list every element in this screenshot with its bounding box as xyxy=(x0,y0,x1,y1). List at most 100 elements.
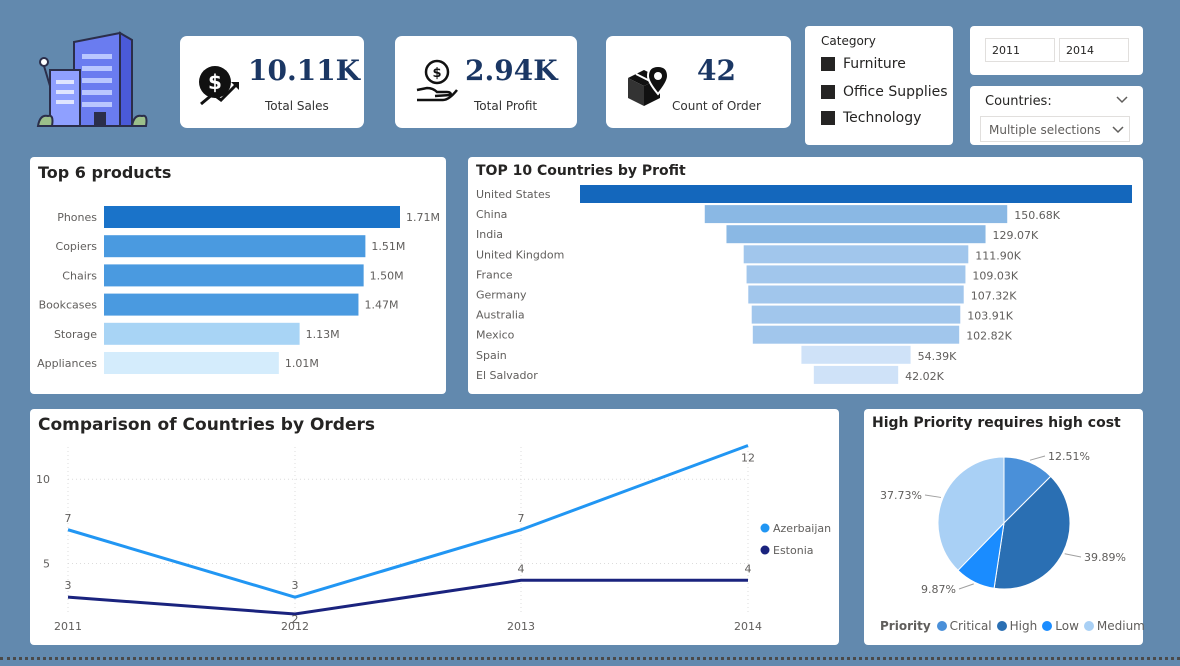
year-from-input[interactable]: 2011 xyxy=(985,38,1055,62)
funnel-bar xyxy=(704,205,1008,224)
line-series-azerbaijan xyxy=(67,444,749,599)
bar-chairs xyxy=(104,264,364,287)
delivery-box-icon xyxy=(628,64,670,106)
data-label: 7 xyxy=(65,512,72,525)
countries-dropdown[interactable]: Multiple selections xyxy=(980,116,1130,142)
bar-bookcases xyxy=(104,293,359,316)
sales-growth-icon: $ xyxy=(199,66,239,106)
pie-leader-line xyxy=(958,583,974,590)
legend-label: Medium xyxy=(1096,619,1145,633)
pie-value-label: 39.89% xyxy=(1084,551,1126,564)
data-label: 4 xyxy=(518,562,525,575)
category-item-label: Furniture xyxy=(843,56,906,72)
pie-value-label: 37.73% xyxy=(880,489,922,502)
legend-dot xyxy=(1083,621,1094,631)
checkbox-icon[interactable] xyxy=(821,111,835,125)
bar-value-label: 1.71M xyxy=(406,211,440,224)
legend-dot xyxy=(996,621,1007,631)
funnel-category-label: El Salvador xyxy=(476,369,538,382)
pie-legend: Priority Critical High Low Medium xyxy=(880,619,1150,633)
legend-label: Critical xyxy=(949,619,992,633)
kpi-label: Total Sales xyxy=(265,99,329,113)
data-label: 3 xyxy=(65,579,72,592)
legend-item-medium[interactable]: Medium xyxy=(1083,619,1145,633)
funnel-value-label: 103.91K xyxy=(967,310,1013,323)
category-slicer: Category Furniture Office Supplies Techn… xyxy=(805,26,953,145)
bar-value-label: 1.13M xyxy=(306,328,340,341)
line-series-estonia xyxy=(67,578,748,616)
funnel-value-label: 107.32K xyxy=(971,290,1017,303)
category-item-label: Office Supplies xyxy=(843,84,948,100)
bar-copiers xyxy=(104,235,366,258)
priority-pie-chart: 12.51% 39.89% 9.87% 37.73% xyxy=(880,450,1126,596)
bar-storage xyxy=(104,322,300,345)
x-tick-label: 2011 xyxy=(54,620,82,633)
legend-label: Low xyxy=(1055,619,1079,633)
category-item-office-supplies[interactable]: Office Supplies xyxy=(821,84,948,100)
top-products-chart: Phones 1.71M Copiers 1.51M Chairs 1.50M Bookca… xyxy=(37,206,440,374)
building-logo xyxy=(36,31,148,127)
bar-category-label: Phones xyxy=(57,211,97,224)
x-tick-label: 2013 xyxy=(507,620,535,633)
funnel-category-label: France xyxy=(476,268,513,281)
bar-category-label: Storage xyxy=(54,328,97,341)
data-label: 12 xyxy=(741,452,755,465)
hand-money-icon: $ xyxy=(416,59,458,102)
kpi-card-total-profit[interactable]: $ 2.94K Total Profit xyxy=(395,36,577,128)
funnel-bar xyxy=(748,285,964,304)
funnel-value-label: 150.68K xyxy=(1014,209,1060,222)
legend-label: Azerbaijan xyxy=(773,522,831,535)
checkbox-icon[interactable] xyxy=(821,57,835,71)
funnel-category-label: Australia xyxy=(476,309,525,322)
category-item-label: Technology xyxy=(843,110,922,126)
orders-comparison-panel: Comparison of Countries by Orders 5 10 201… xyxy=(30,409,839,645)
kpi-value: 2.94K xyxy=(465,54,558,87)
year-to-input[interactable]: 2014 xyxy=(1059,38,1129,62)
legend-dot xyxy=(1042,621,1053,631)
year-range-slicer: 2011 2014 xyxy=(970,26,1143,75)
countries-slicer: Countries: Multiple selections xyxy=(970,86,1143,145)
funnel-category-label: United Kingdom xyxy=(476,248,564,261)
chevron-down-icon xyxy=(1112,126,1124,134)
legend-dot xyxy=(936,621,947,631)
checkbox-icon[interactable] xyxy=(821,85,835,99)
funnel-value-label: 111.90K xyxy=(975,249,1021,262)
data-label: 2 xyxy=(292,613,299,626)
countries-slicer-title: Countries: xyxy=(985,94,1052,109)
bar-value-label: 1.01M xyxy=(285,357,319,370)
countries-dropdown-value: Multiple selections xyxy=(989,123,1101,137)
legend-item-low[interactable]: Low xyxy=(1042,619,1079,633)
svg-text:$: $ xyxy=(432,66,441,81)
bar-category-label: Appliances xyxy=(37,357,97,370)
funnel-category-label: Germany xyxy=(476,289,527,302)
bar-category-label: Copiers xyxy=(56,240,98,253)
legend-item-critical[interactable]: Critical xyxy=(936,619,992,633)
bar-value-label: 1.47M xyxy=(364,299,398,312)
legend-dot xyxy=(760,523,770,533)
kpi-label: Count of Order xyxy=(672,99,761,113)
kpi-value: 10.11K xyxy=(248,54,361,87)
bar-appliances xyxy=(104,352,279,374)
funnel-bar xyxy=(580,185,1132,203)
category-slicer-title: Category xyxy=(821,34,876,48)
svg-text:$: $ xyxy=(208,70,222,94)
pie-value-label: 12.51% xyxy=(1048,450,1090,463)
legend-item-high[interactable]: High xyxy=(996,619,1037,633)
funnel-bar xyxy=(751,305,961,324)
category-item-furniture[interactable]: Furniture xyxy=(821,56,906,72)
funnel-bar xyxy=(752,325,960,344)
funnel-value-label: 42.02K xyxy=(905,370,944,383)
kpi-label: Total Profit xyxy=(474,99,538,113)
bar-value-label: 1.50M xyxy=(370,269,404,282)
funnel-bar xyxy=(726,225,986,244)
chevron-down-icon[interactable] xyxy=(1116,96,1128,104)
top-countries-chart: United States China 150.68K India 129.07K Uni… xyxy=(476,185,1132,384)
funnel-value-label: 54.39K xyxy=(918,350,957,363)
kpi-card-order-count[interactable]: 42 Count of Order xyxy=(606,36,791,128)
kpi-value: 42 xyxy=(697,54,736,87)
category-item-technology[interactable]: Technology xyxy=(821,110,921,126)
legend-title: Priority xyxy=(880,619,931,633)
kpi-card-total-sales[interactable]: $ 10.11K Total Sales xyxy=(180,36,364,128)
orders-line-chart: 5102011 2012 2013 201473712Azerbaijan324 4Es… xyxy=(36,444,831,633)
pie-leader-line xyxy=(924,494,942,498)
